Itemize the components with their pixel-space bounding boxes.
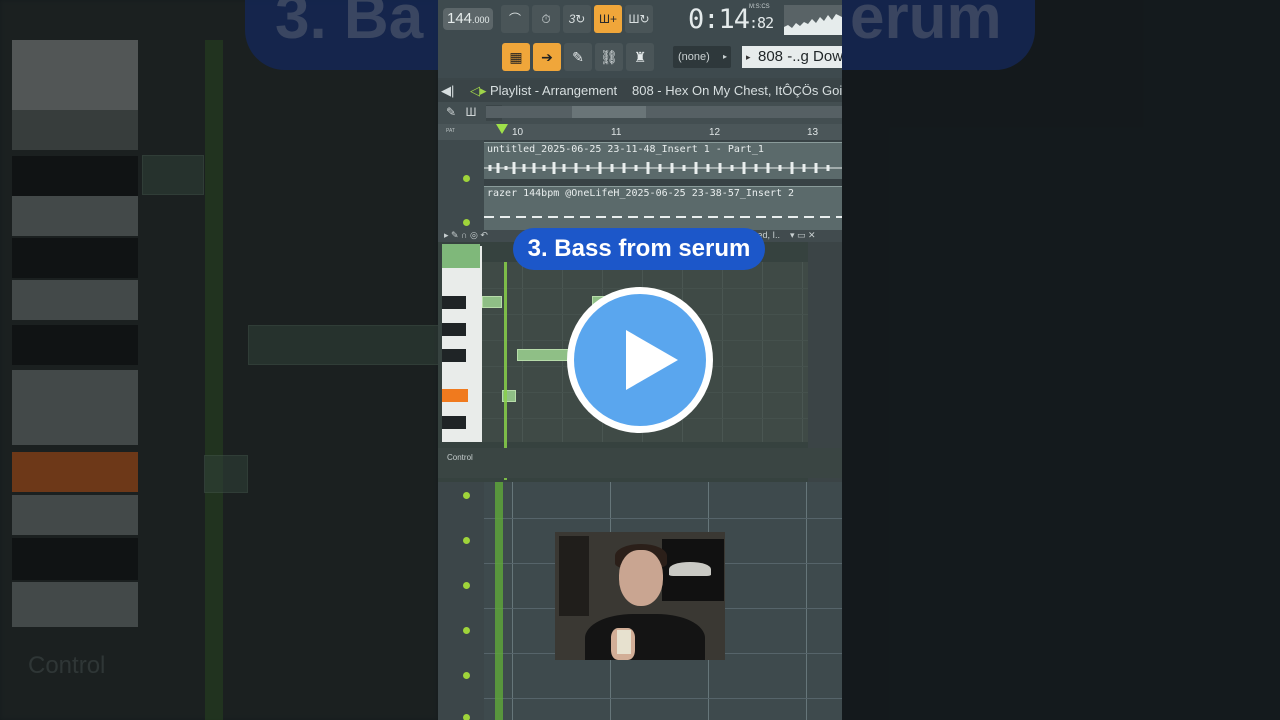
midi-note[interactable] — [517, 349, 573, 361]
playlist-play-icon[interactable]: ◁▸ — [470, 80, 487, 102]
tempo-display[interactable]: 144.000 — [443, 8, 493, 30]
clip-name: untitled_2025-06-25 23-11-48_Insert 1 - … — [487, 144, 764, 155]
pattern-select-value: (none) — [678, 51, 710, 63]
track-led[interactable] — [463, 537, 470, 544]
clip-waveform — [484, 162, 842, 174]
scrollbar-thumb[interactable] — [572, 106, 646, 118]
track-led[interactable] — [463, 582, 470, 589]
pattern-arrow-icon: ▸ — [746, 52, 751, 62]
snap-arrow-icon[interactable]: ➔ — [533, 43, 561, 71]
lower-track-gutter — [438, 482, 484, 720]
piano-icon[interactable]: Ш — [462, 105, 480, 121]
audio-clip[interactable]: razer 144bpm @OneLifeH_2025-06-25 23-38-… — [484, 186, 842, 231]
metronome-icon[interactable]: ⌒ — [501, 5, 529, 33]
track-led[interactable] — [463, 672, 470, 679]
webcam-overlay — [555, 532, 725, 660]
pattern-select[interactable]: (none) ▸ — [673, 46, 731, 68]
step-edit-icon[interactable]: Ш+ — [594, 5, 622, 33]
piano-roll-sidebar — [808, 242, 842, 482]
ruler-bar-label: 11 — [611, 127, 622, 138]
audio-clip[interactable]: untitled_2025-06-25 23-11-48_Insert 1 - … — [484, 142, 842, 179]
clip-waveform — [484, 216, 842, 218]
window-controls-icon[interactable]: ▾ ▭ ✕ — [790, 230, 816, 241]
pattern-name-value: 808 -..g Down — [758, 48, 842, 65]
play-button[interactable] — [567, 287, 713, 433]
playlist-title: Playlist - Arrangement — [490, 83, 618, 98]
pattern-name[interactable]: ▸ 808 -..g Down — [742, 46, 842, 68]
track-led[interactable] — [463, 627, 470, 634]
ruler-bar-label: 10 — [512, 127, 524, 138]
track-led[interactable] — [463, 492, 470, 499]
track-gutter — [438, 140, 484, 230]
cpu-meter-graph — [784, 14, 842, 35]
play-icon — [626, 330, 678, 390]
ruler-bar-label: 12 — [709, 127, 721, 138]
chevron-down-icon: ▸ — [722, 52, 727, 61]
play-button-fill — [574, 294, 706, 426]
step-caption: 3. Bass from serum — [513, 228, 765, 270]
track-led[interactable] — [463, 714, 470, 720]
brush-icon[interactable]: ✎ — [564, 43, 592, 71]
ruler-bar-label: 13 — [807, 127, 819, 138]
toolbar: 144.000 ⌒ ⏱ 3↻ Ш+ Ш↻ 0:14:82 M:S:CS ▦ ➔ … — [438, 0, 842, 78]
playhead-marker-icon[interactable] — [496, 124, 508, 134]
cpu-meter — [784, 5, 842, 35]
piano-roll-menu-icon[interactable]: ▸ ✎ ∩ ◎ ↶ — [444, 230, 488, 241]
plugin-hat-icon[interactable]: ♜ — [626, 43, 654, 71]
midi-note[interactable] — [482, 296, 502, 308]
loop-record-icon[interactable]: Ш↻ — [625, 5, 653, 33]
piano-roll-corner — [442, 244, 480, 268]
piano-keyboard[interactable] — [442, 246, 482, 442]
tempo-decimal: .000 — [472, 15, 490, 25]
control-label: Control — [447, 453, 473, 462]
clip-name: razer 144bpm @OneLifeH_2025-06-25 23-38-… — [487, 188, 795, 199]
ruler-side-label: PAT — [446, 128, 455, 134]
time-ms: :82 — [749, 14, 774, 32]
time-unit: M:S:CS — [749, 4, 770, 10]
speaker-icon[interactable]: ◀| — [441, 80, 454, 102]
wait-record-icon[interactable]: ⏱ — [532, 5, 560, 33]
typing-keyboard-icon[interactable]: ▦ — [502, 43, 530, 71]
active-key — [442, 389, 468, 402]
presenter — [619, 550, 663, 606]
lower-playhead — [495, 482, 503, 720]
pencil-icon[interactable]: ✎ — [442, 105, 460, 121]
link-icon[interactable]: ⛓ — [595, 43, 623, 71]
playlist-breadcrumb: 808 - Hex On My Chest, ItÔÇÖs Goin — [632, 83, 842, 98]
horizontal-scrollbar[interactable] — [486, 106, 842, 118]
tempo-value: 144 — [447, 10, 473, 27]
control-lane[interactable]: Control — [438, 448, 842, 478]
track-led[interactable] — [463, 219, 470, 226]
time-value: 0:14 — [688, 4, 750, 35]
playlist-header: ◀| ◁▸ Playlist - Arrangement 808 - Hex O… — [438, 80, 842, 102]
track-led[interactable] — [463, 175, 470, 182]
countdown-icon[interactable]: 3↻ — [563, 5, 591, 33]
